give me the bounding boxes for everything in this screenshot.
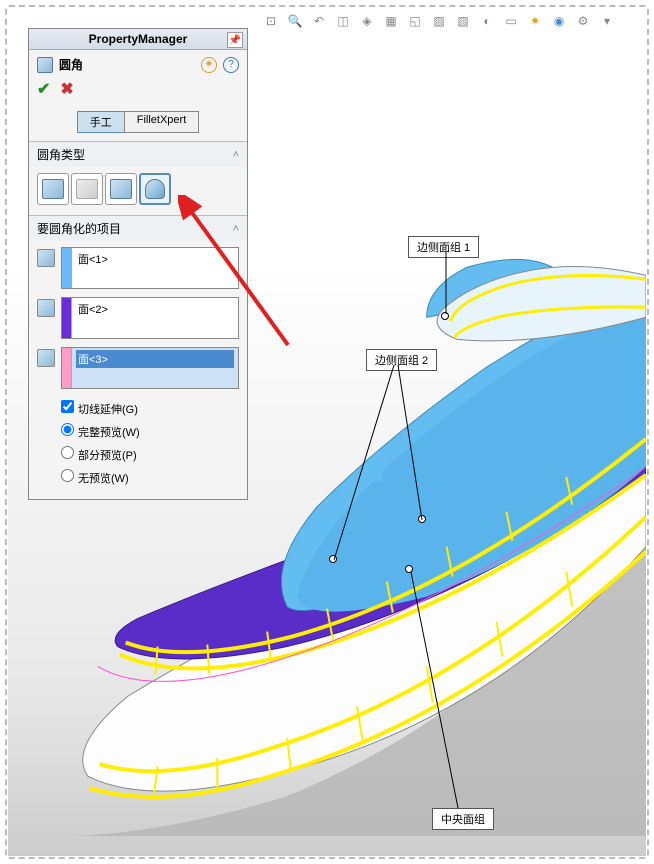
tab-filletxpert[interactable]: FilletXpert <box>124 111 200 133</box>
opt-no-preview[interactable]: 无预览(W) <box>61 466 239 489</box>
fillet-type-variable[interactable] <box>71 173 103 205</box>
callout-dot-2b <box>418 515 426 523</box>
section-items[interactable]: 要圆角化的项目 ˄ <box>29 216 247 241</box>
appearance-icon[interactable]: ◉ <box>548 10 570 32</box>
fillet-type-constant[interactable] <box>37 173 69 205</box>
wizard-icon[interactable]: ✷ <box>201 57 217 73</box>
property-manager-panel: PropertyManager 📌 圆角 ✷ ? ✔ ✖ 手工 FilletXp… <box>28 28 248 500</box>
more-icon[interactable]: ▾ <box>596 10 618 32</box>
opt-tangent[interactable]: 切线延伸(G) <box>61 397 239 420</box>
section-fillet-type[interactable]: 圆角类型 ˄ <box>29 142 247 167</box>
chevron-up-icon: ˄ <box>233 149 239 161</box>
help-icon[interactable]: ? <box>223 57 239 73</box>
panel-header: PropertyManager 📌 <box>29 29 247 50</box>
cancel-button[interactable]: ✖ <box>60 79 73 99</box>
face-set-1-icon[interactable] <box>37 249 55 267</box>
zoom-fit-icon[interactable]: ⊡ <box>260 10 282 32</box>
radio-partial[interactable] <box>61 446 74 459</box>
face-set-3-icon[interactable] <box>37 349 55 367</box>
pin-button[interactable]: 📌 <box>227 32 243 48</box>
callout-side2: 边侧面组 2 <box>366 349 437 371</box>
fillet-type-full-round[interactable] <box>139 173 171 205</box>
color-bar-3 <box>62 348 72 388</box>
callout-side1: 边侧面组 1 <box>408 236 479 258</box>
view-settings-icon[interactable]: ⚙ <box>572 10 594 32</box>
radio-none[interactable] <box>61 469 74 482</box>
face-set-2-icon[interactable] <box>37 299 55 317</box>
face-set-2-list[interactable]: 面<2> <box>61 297 239 339</box>
tab-manual[interactable]: 手工 <box>77 111 124 133</box>
hidden-icon[interactable]: ◱ <box>404 10 426 32</box>
zoom-area-icon[interactable]: 🔍 <box>284 10 306 32</box>
view-toolbar: ⊡ 🔍 ↶ ◫ ◈ ▦ ◱ ▨ ▧ ◐ ▭ ✷ ◉ ⚙ ▾ <box>260 10 618 32</box>
opt-partial-preview[interactable]: 部分预览(P) <box>61 443 239 466</box>
opt-full-preview[interactable]: 完整预览(W) <box>61 420 239 443</box>
ok-button[interactable]: ✔ <box>37 79 50 99</box>
checkbox-tangent[interactable] <box>61 400 74 413</box>
color-bar-1 <box>62 248 72 288</box>
chevron-up-icon: ˄ <box>233 223 239 235</box>
orient-icon[interactable]: ◈ <box>356 10 378 32</box>
wireframe-icon[interactable]: ▦ <box>380 10 402 32</box>
radio-full[interactable] <box>61 423 74 436</box>
prev-view-icon[interactable]: ↶ <box>308 10 330 32</box>
shaded-edges-icon[interactable]: ▨ <box>428 10 450 32</box>
feature-icon <box>37 57 53 73</box>
color-bar-2 <box>62 298 72 338</box>
callout-center: 中央面组 <box>432 808 494 830</box>
panel-title: PropertyManager <box>89 32 188 46</box>
shaded-icon[interactable]: ▧ <box>452 10 474 32</box>
shadow-icon[interactable]: ◐ <box>476 10 498 32</box>
face-set-1-list[interactable]: 面<1> <box>61 247 239 289</box>
fillet-type-face[interactable] <box>105 173 137 205</box>
callout-dot-3 <box>405 565 413 573</box>
section-icon[interactable]: ◫ <box>332 10 354 32</box>
scene-icon[interactable]: ✷ <box>524 10 546 32</box>
perspective-icon[interactable]: ▭ <box>500 10 522 32</box>
callout-dot-1 <box>441 312 449 320</box>
callout-dot-2a <box>329 555 337 563</box>
feature-name: 圆角 <box>59 56 83 73</box>
face-set-3-list[interactable]: 面<3> <box>61 347 239 389</box>
